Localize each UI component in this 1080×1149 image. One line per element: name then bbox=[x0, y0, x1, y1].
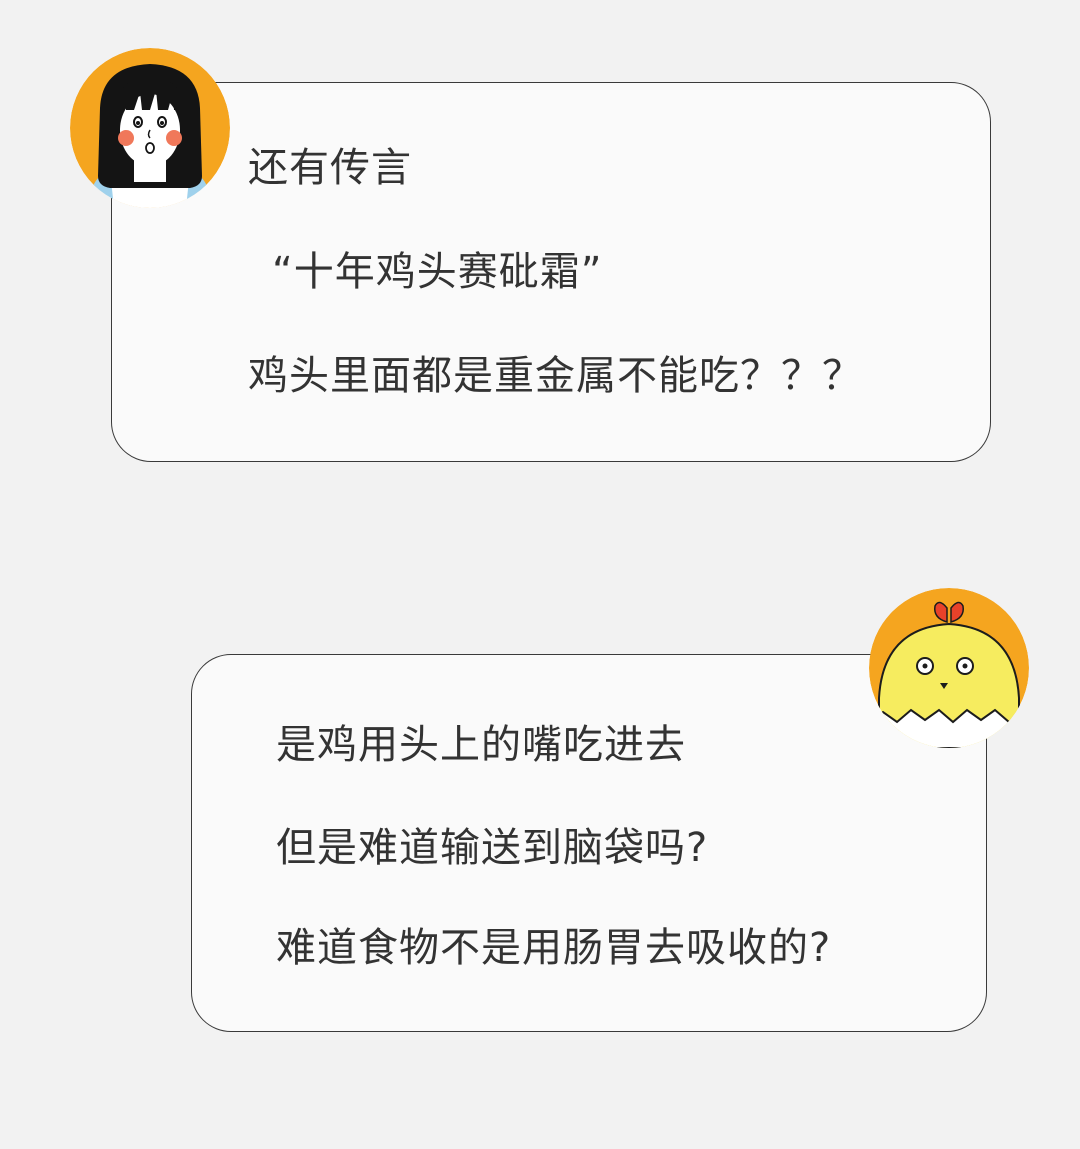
message-1-line-3: 鸡头里面都是重金属不能吃？？？ bbox=[248, 353, 863, 399]
message-2-line-2: 但是难道输送到脑袋吗? bbox=[276, 825, 709, 871]
message-2-line-1: 是鸡用头上的嘴吃进去 bbox=[276, 722, 686, 768]
message-2-line-3: 难道食物不是用肠胃去吸收的? bbox=[276, 925, 832, 971]
message-1-line-2: “十年鸡头赛砒霜” bbox=[272, 249, 603, 295]
message-1-line-1: 还有传言 bbox=[248, 145, 412, 191]
girl-avatar-icon bbox=[70, 48, 230, 208]
chick-avatar-icon bbox=[869, 588, 1029, 748]
